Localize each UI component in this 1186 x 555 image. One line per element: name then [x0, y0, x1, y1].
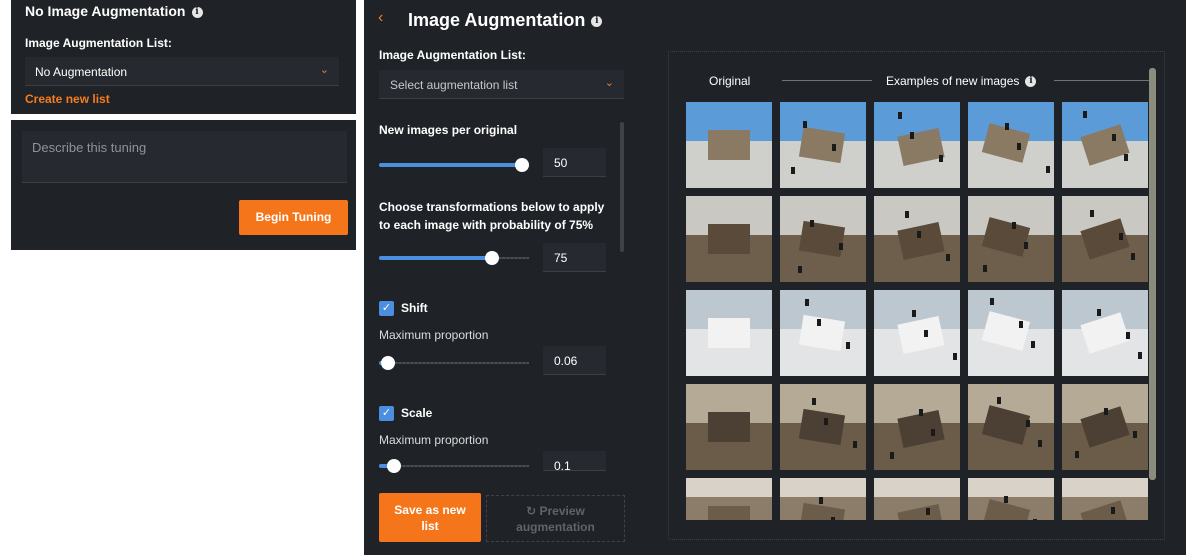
- shift-input[interactable]: 0.06: [543, 346, 606, 375]
- augmented-thumbnail: [968, 102, 1054, 188]
- shift-label: Shift: [401, 301, 428, 315]
- list-label: Image Augmentation List:: [25, 36, 172, 50]
- new-images-input[interactable]: 50: [543, 148, 606, 177]
- original-thumbnail: [686, 384, 772, 470]
- scale-max-label: Maximum proportion: [379, 433, 489, 447]
- augmented-thumbnail: [1062, 478, 1148, 520]
- info-icon[interactable]: i: [591, 15, 603, 27]
- panel-title-text: No Image Augmentation: [25, 3, 186, 19]
- description-textarea[interactable]: Describe this tuning: [22, 131, 347, 183]
- description-placeholder: Describe this tuning: [32, 140, 147, 155]
- header-divider: [1054, 80, 1149, 81]
- save-button-line1: Save as new: [394, 503, 466, 517]
- augmented-thumbnail: [1062, 384, 1148, 470]
- preview-button-line2: augmentation: [516, 520, 595, 534]
- tuning-panel: Describe this tuning Begin Tuning: [11, 120, 356, 250]
- shift-slider[interactable]: [379, 356, 529, 370]
- preview-button-line1: ↻ Preview: [526, 504, 585, 518]
- scrollbar[interactable]: [620, 122, 624, 252]
- augmented-thumbnail: [874, 196, 960, 282]
- original-thumbnail: [686, 478, 772, 520]
- new-images-label: New images per original: [379, 123, 518, 137]
- augmented-thumbnail: [874, 290, 960, 376]
- augmentation-list-select[interactable]: Select augmentation list ⌄: [379, 70, 624, 99]
- image-augmentation-panel: ‹ Image Augmentation i Image Augmentation…: [364, 0, 1186, 555]
- scale-value: 0.1: [554, 459, 571, 471]
- save-as-new-list-button[interactable]: Save as new list: [379, 493, 481, 542]
- scale-label: Scale: [401, 406, 433, 420]
- gallery-scrollbar[interactable]: [1149, 68, 1156, 480]
- new-images-slider[interactable]: [379, 158, 529, 172]
- chevron-down-icon: ⌄: [319, 64, 329, 76]
- page-title: Image Augmentation i: [408, 10, 603, 31]
- original-thumbnail: [686, 196, 772, 282]
- create-new-list-link[interactable]: Create new list: [25, 92, 110, 106]
- augmented-thumbnail: [780, 478, 866, 520]
- list-label: Image Augmentation List:: [379, 48, 526, 62]
- no-augmentation-panel: No Image Augmentation i Image Augmentatio…: [11, 0, 356, 114]
- probability-input[interactable]: 75: [543, 243, 606, 272]
- augmented-thumbnail: [1062, 290, 1148, 376]
- scale-slider[interactable]: [379, 459, 529, 473]
- scale-input[interactable]: 0.1: [543, 451, 606, 471]
- examples-header: Examples of new images i: [886, 74, 1037, 88]
- shift-max-label: Maximum proportion: [379, 328, 489, 342]
- augmented-thumbnail: [968, 196, 1054, 282]
- augmented-thumbnail: [968, 478, 1054, 520]
- original-header: Original: [709, 74, 751, 88]
- begin-tuning-button[interactable]: Begin Tuning: [239, 200, 348, 235]
- page-title-text: Image Augmentation: [408, 10, 586, 30]
- augmented-thumbnail: [968, 290, 1054, 376]
- examples-header-text: Examples of new images: [886, 74, 1020, 88]
- slider-knob[interactable]: [515, 158, 529, 172]
- chevron-down-icon: ⌄: [604, 77, 614, 89]
- slider-knob[interactable]: [485, 251, 499, 265]
- chevron-left-icon[interactable]: ‹: [378, 9, 383, 27]
- augmentation-list-select[interactable]: No Augmentation ⌄: [25, 57, 339, 86]
- select-value: No Augmentation: [35, 65, 128, 79]
- probability-slider[interactable]: [379, 251, 529, 265]
- augmented-thumbnail: [968, 384, 1054, 470]
- save-button-line2: list: [421, 519, 439, 533]
- slider-knob[interactable]: [387, 459, 401, 473]
- augmented-thumbnail: [780, 290, 866, 376]
- transform-label-line1: Choose transformations below to apply: [379, 200, 605, 214]
- original-thumbnail: [686, 102, 772, 188]
- scale-checkbox[interactable]: ✓: [379, 406, 394, 421]
- transform-label: Choose transformations below to apply to…: [379, 198, 604, 234]
- augmented-thumbnail: [1062, 196, 1148, 282]
- augmented-thumbnail: [780, 102, 866, 188]
- augmented-thumbnail: [780, 384, 866, 470]
- info-icon[interactable]: i: [1025, 76, 1037, 88]
- original-thumbnail: [686, 290, 772, 376]
- shift-checkbox[interactable]: ✓: [379, 301, 394, 316]
- probability-value: 75: [554, 251, 568, 265]
- augmented-thumbnail: [780, 196, 866, 282]
- select-placeholder: Select augmentation list: [390, 78, 518, 92]
- info-icon[interactable]: i: [191, 6, 203, 18]
- augmented-thumbnail: [874, 102, 960, 188]
- slider-knob[interactable]: [381, 356, 395, 370]
- new-images-value: 50: [554, 156, 568, 170]
- preview-augmentation-button[interactable]: ↻ Preview augmentation: [486, 495, 625, 542]
- augmented-thumbnail: [874, 478, 960, 520]
- shift-value: 0.06: [554, 354, 578, 368]
- panel-title: No Image Augmentation i: [25, 3, 203, 19]
- augmented-thumbnail: [874, 384, 960, 470]
- header-divider: [782, 80, 872, 81]
- transform-label-line2: to each image with probability of 75%: [379, 218, 594, 232]
- augmented-thumbnail: [1062, 102, 1148, 188]
